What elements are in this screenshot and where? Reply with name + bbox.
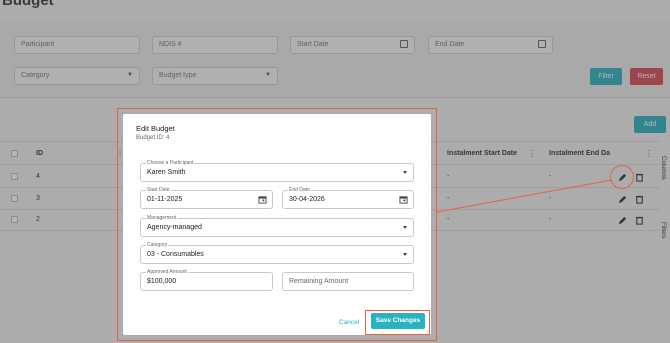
end-date-value: 30-04-2026 bbox=[289, 196, 325, 203]
dropdown-arrow-icon bbox=[403, 171, 407, 174]
cancel-button[interactable]: Cancel bbox=[339, 319, 359, 326]
annotation-frame-save bbox=[365, 310, 430, 335]
participant-label: Choose a Participant bbox=[146, 160, 195, 166]
end-date-field[interactable]: End Date 30-04-2026 bbox=[282, 187, 414, 209]
start-date-field[interactable]: Start Date 01-11-2025 bbox=[140, 187, 273, 209]
remaining-amount-field[interactable]: Remaining Amount bbox=[282, 272, 414, 291]
end-date-label: End Date bbox=[288, 187, 311, 193]
start-date-label: Start Date bbox=[146, 187, 171, 193]
approved-amount-label: Approved Amount bbox=[146, 269, 188, 275]
calendar-icon[interactable] bbox=[258, 195, 267, 204]
modal-subtitle: Budget ID: 4 bbox=[136, 135, 170, 141]
participant-value: Karen Smith bbox=[147, 169, 186, 176]
dropdown-arrow-icon bbox=[403, 226, 407, 229]
management-select[interactable]: Management Agency-managed bbox=[140, 215, 414, 237]
calendar-icon[interactable] bbox=[399, 195, 408, 204]
management-label: Management bbox=[146, 215, 178, 221]
edit-budget-modal: Edit Budget Budget ID: 4 Choose a Partic… bbox=[123, 114, 431, 335]
dropdown-arrow-icon bbox=[403, 253, 407, 256]
category-select[interactable]: Category 03 - Consumables bbox=[140, 242, 414, 264]
category-value: 03 - Consumables bbox=[147, 251, 204, 258]
remaining-amount-placeholder: Remaining Amount bbox=[289, 278, 349, 285]
management-value: Agency-managed bbox=[147, 224, 202, 231]
approved-amount-value: $100,000 bbox=[147, 278, 177, 285]
approved-amount-field[interactable]: Approved Amount $100,000 bbox=[140, 269, 273, 291]
participant-select[interactable]: Choose a Participant Karen Smith bbox=[140, 160, 414, 182]
annotation-circle bbox=[610, 165, 634, 189]
start-date-value: 01-11-2025 bbox=[147, 196, 183, 203]
category-label: Category bbox=[146, 242, 169, 248]
modal-title: Edit Budget bbox=[136, 124, 175, 133]
